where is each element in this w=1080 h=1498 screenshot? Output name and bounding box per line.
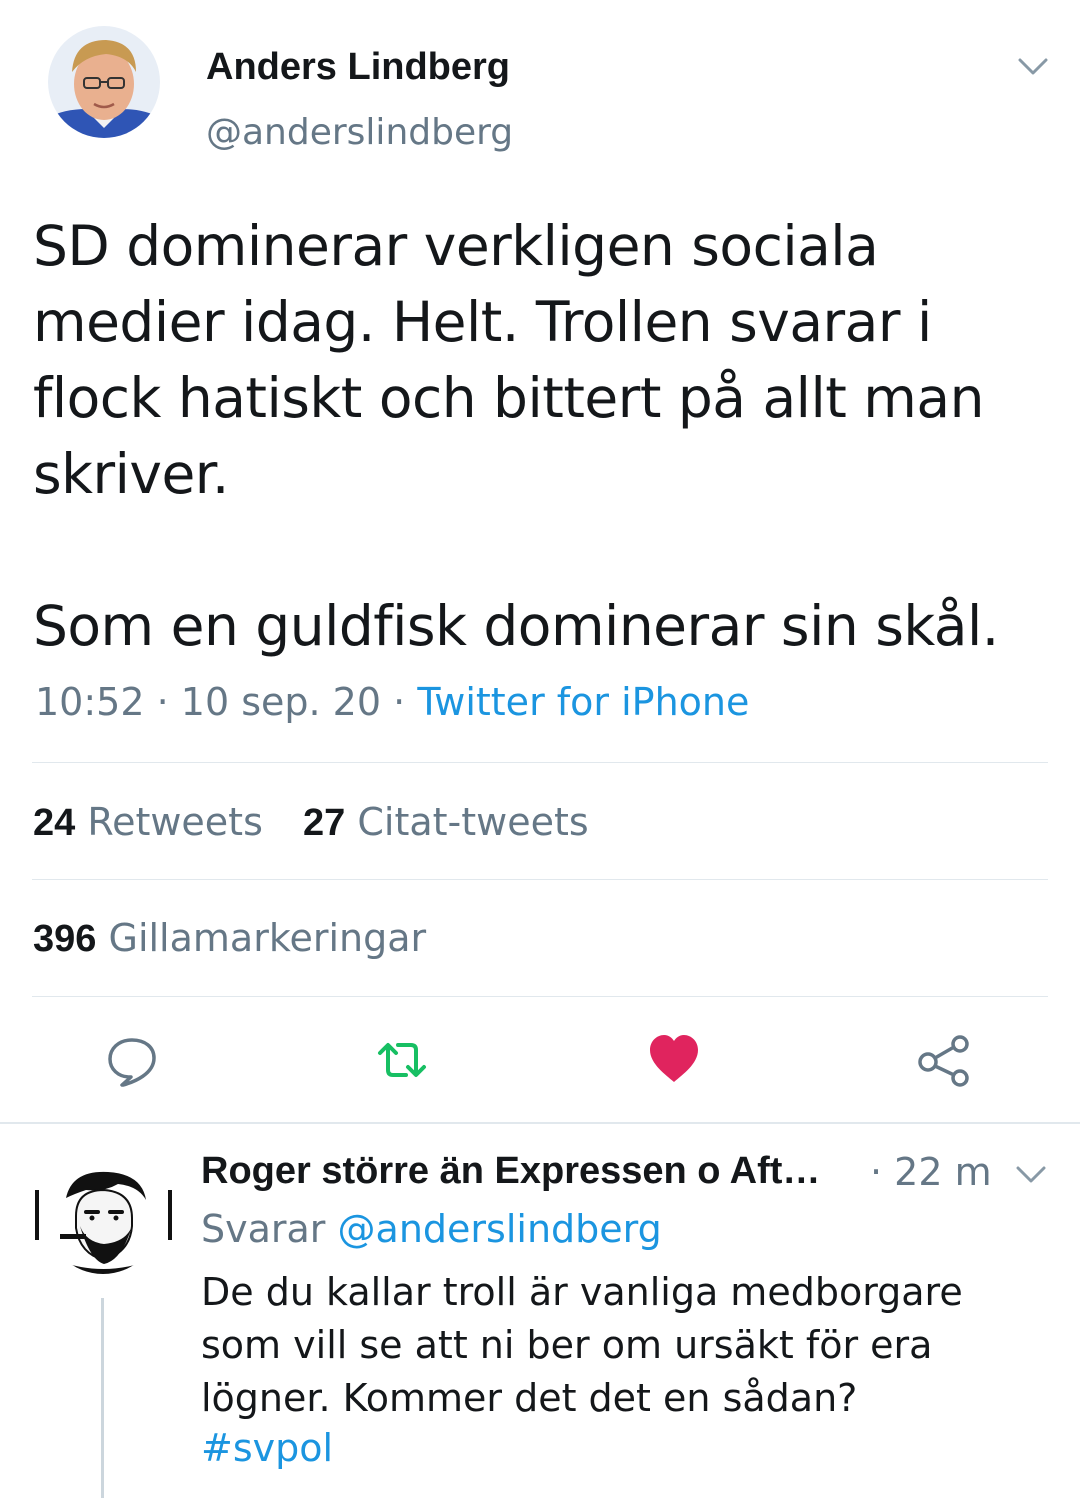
reply-author-avatar[interactable] (46, 1160, 160, 1274)
section-divider (0, 1122, 1080, 1124)
reply-time: · 22 m (870, 1150, 992, 1194)
likes-count: 396 (33, 918, 97, 960)
quotes-count: 27 (303, 802, 346, 844)
likes-stat[interactable]: 396 Gillamarkeringar (33, 916, 426, 961)
reply-author-name[interactable]: Roger större än Expressen o Aft… (201, 1150, 820, 1193)
retweets-count: 24 (33, 802, 76, 844)
replying-label: Svarar (201, 1207, 326, 1251)
author-handle[interactable]: @anderslindberg (206, 112, 513, 153)
tweet-time: 10:52 (35, 680, 145, 724)
retweets-label: Retweets (87, 800, 263, 844)
tweet-date: 10 sep. 20 (180, 680, 382, 724)
chevron-down-icon[interactable] (1018, 58, 1048, 76)
divider (32, 996, 1048, 997)
divider (32, 762, 1048, 763)
author-avatar[interactable] (48, 26, 160, 138)
chevron-down-icon[interactable] (1016, 1166, 1046, 1184)
meta-separator: · (156, 680, 169, 724)
divider (32, 879, 1048, 880)
likes-label: Gillamarkeringar (108, 916, 427, 960)
reply-hashtag[interactable]: #svpol (201, 1426, 333, 1470)
tweet-meta: 10:52 · 10 sep. 20 · Twitter for iPhone (35, 680, 749, 724)
meta-separator-2: · (393, 680, 406, 724)
retweets-stat[interactable]: 24 Retweets (33, 800, 263, 845)
quotes-label: Citat-tweets (357, 800, 589, 844)
heart-icon[interactable] (646, 1030, 702, 1086)
avatar-left-mark (35, 1190, 39, 1240)
tweet-text: SD dominerar verkligen sociala medier id… (33, 214, 999, 658)
replying-mention[interactable]: @anderslindberg (338, 1207, 662, 1251)
reply-text: De du kallar troll är vanliga medborgare… (201, 1270, 963, 1420)
quotes-stat[interactable]: 27 Citat-tweets (303, 800, 589, 845)
replying-to: Svarar @anderslindberg (201, 1207, 662, 1251)
comment-icon[interactable] (104, 1032, 160, 1088)
author-name[interactable]: Anders Lindberg (206, 46, 510, 89)
avatar-right-mark (168, 1190, 172, 1240)
thread-line (101, 1298, 104, 1498)
retweet-icon[interactable] (374, 1032, 430, 1088)
share-icon[interactable] (916, 1032, 972, 1088)
tweet-source-link[interactable]: Twitter for iPhone (417, 680, 749, 724)
